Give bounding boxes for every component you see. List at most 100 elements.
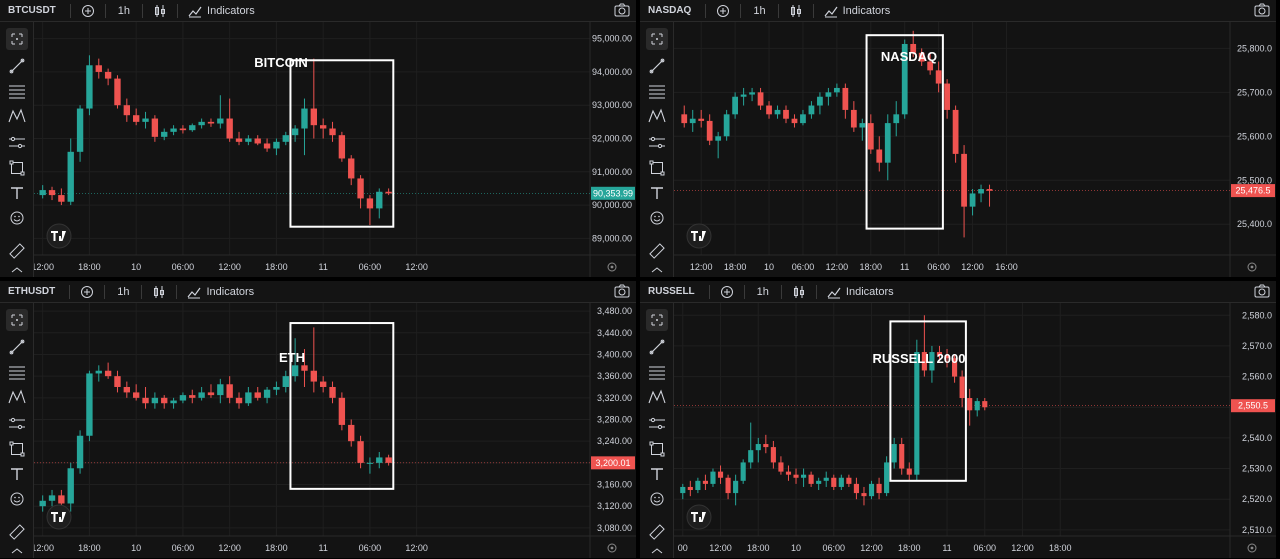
emoji-tool[interactable] xyxy=(646,207,668,229)
interval-button[interactable]: 1h xyxy=(112,5,136,17)
candle-down xyxy=(944,83,951,110)
ruler-tool[interactable] xyxy=(646,240,668,262)
toolbar-divider xyxy=(69,3,71,18)
trend-line-tool[interactable] xyxy=(646,336,668,358)
price-chart[interactable]: ETH 3,480.00 3,440.00 3,400.00 3,360.00 3,320… xyxy=(34,303,636,558)
candle-down xyxy=(899,444,905,469)
fib-tool[interactable] xyxy=(646,361,668,383)
settings-icon[interactable] xyxy=(607,543,617,553)
cursor-tool[interactable] xyxy=(646,28,668,50)
screenshot-button[interactable] xyxy=(1254,3,1270,20)
emoji-tool[interactable] xyxy=(6,488,28,510)
candle-up xyxy=(749,92,755,95)
y-tick-label: 3,080.00 xyxy=(597,523,632,533)
indicators-button[interactable]: Indicators xyxy=(183,285,258,299)
add-symbol-button[interactable] xyxy=(76,281,98,303)
indicators-button[interactable]: Indicators xyxy=(184,4,259,18)
emoji-tool[interactable] xyxy=(646,488,668,510)
interval-button[interactable]: 1h xyxy=(111,286,135,298)
fib-tool[interactable] xyxy=(6,80,28,102)
cursor-tool[interactable] xyxy=(6,28,28,50)
candle-down xyxy=(348,424,355,442)
candle-down xyxy=(226,384,233,398)
settings-icon[interactable] xyxy=(1247,262,1257,272)
indicators-button[interactable]: Indicators xyxy=(823,285,898,299)
more-tools[interactable] xyxy=(6,263,28,277)
chart-panel-nasdaq[interactable]: NASDAQ 1h Indicators NASDAQ 25,800.0 25,… xyxy=(640,0,1276,277)
text-tool[interactable] xyxy=(6,463,28,485)
interval-button[interactable]: 1h xyxy=(751,286,775,298)
pattern-tool[interactable] xyxy=(646,105,668,127)
rect-tool[interactable] xyxy=(6,157,28,179)
cursor-tool[interactable] xyxy=(646,309,668,331)
plus-circle-icon xyxy=(720,285,733,298)
chart-type-button[interactable] xyxy=(785,0,807,22)
pattern-tool[interactable] xyxy=(646,386,668,408)
candle-up xyxy=(974,401,980,411)
pattern-tool[interactable] xyxy=(6,386,28,408)
price-chart[interactable]: BITCOIN 95,000.00 94,000.00 93,000.00 92,000… xyxy=(34,22,636,277)
symbol-button[interactable]: ETHUSDT xyxy=(0,286,63,297)
ruler-tool[interactable] xyxy=(6,240,28,262)
measure-tool[interactable] xyxy=(6,132,28,154)
candle-up xyxy=(838,477,844,487)
candle-down xyxy=(189,395,196,398)
settings-icon[interactable] xyxy=(1247,543,1257,553)
chart-type-button[interactable] xyxy=(788,281,810,303)
symbol-button[interactable]: RUSSELL xyxy=(640,286,703,297)
trend-line-tool[interactable] xyxy=(646,55,668,77)
add-symbol-button[interactable] xyxy=(77,0,99,22)
candle-down xyxy=(226,118,233,139)
rect-tool[interactable] xyxy=(6,438,28,460)
measure-tool[interactable] xyxy=(646,413,668,435)
chart-panel-russell[interactable]: RUSSELL 1h Indicators RUSSELL 2000 2,580… xyxy=(640,281,1276,558)
y-tick-label: 25,700.0 xyxy=(1237,87,1272,97)
toolbar-divider xyxy=(69,284,71,299)
trend-line-tool[interactable] xyxy=(6,55,28,77)
text-tool[interactable] xyxy=(646,463,668,485)
ruler-tool[interactable] xyxy=(646,521,668,543)
fib-tool[interactable] xyxy=(6,361,28,383)
rect-tool[interactable] xyxy=(646,438,668,460)
y-tick-label: 3,400.00 xyxy=(597,349,632,359)
measure-tool[interactable] xyxy=(646,132,668,154)
chart-type-button[interactable] xyxy=(149,0,171,22)
y-tick-label: 3,160.00 xyxy=(597,480,632,490)
more-tools[interactable] xyxy=(646,263,668,277)
symbol-button[interactable]: BTCUSDT xyxy=(0,5,64,16)
text-tool[interactable] xyxy=(6,182,28,204)
screenshot-button[interactable] xyxy=(614,3,630,20)
emoji-tool[interactable] xyxy=(6,207,28,229)
settings-icon[interactable] xyxy=(607,262,617,272)
price-chart[interactable]: RUSSELL 20002,580.02,570.02,560.02,550.0… xyxy=(674,303,1276,558)
add-symbol-button[interactable] xyxy=(716,281,738,303)
trend-line-tool[interactable] xyxy=(6,336,28,358)
pattern-tool[interactable] xyxy=(6,105,28,127)
add-symbol-button[interactable] xyxy=(712,0,734,22)
price-chart[interactable]: NASDAQ25,800.025,700.025,600.025,500.025… xyxy=(674,22,1276,277)
emoji-icon xyxy=(10,492,24,506)
x-tick-label: 12:00 xyxy=(1011,543,1034,553)
rect-tool[interactable] xyxy=(646,157,668,179)
interval-button[interactable]: 1h xyxy=(747,5,771,17)
screenshot-button[interactable] xyxy=(614,284,630,301)
cursor-tool[interactable] xyxy=(6,309,28,331)
x-tick-label: 12:00 xyxy=(709,543,732,553)
screenshot-button[interactable] xyxy=(1254,284,1270,301)
fib-tool[interactable] xyxy=(646,80,668,102)
chart-panel-ethusdt[interactable]: ETHUSDT 1h Indicators ETH 3,480.00 3,440… xyxy=(0,281,636,558)
text-tool[interactable] xyxy=(646,182,668,204)
measure-tool[interactable] xyxy=(6,413,28,435)
chart-type-button[interactable] xyxy=(148,281,170,303)
indicators-button[interactable]: Indicators xyxy=(820,4,895,18)
ruler-tool[interactable] xyxy=(6,521,28,543)
rect-icon xyxy=(649,441,665,457)
candle-down xyxy=(725,477,731,494)
candle-up xyxy=(801,474,807,478)
more-tools[interactable] xyxy=(6,544,28,558)
fib-icon xyxy=(649,366,665,380)
symbol-button[interactable]: NASDAQ xyxy=(640,5,699,16)
x-tick-label: 12:00 xyxy=(218,543,241,553)
chart-panel-btcusdt[interactable]: BTCUSDT 1h Indicators BITCOIN 95,000.00 … xyxy=(0,0,636,277)
more-tools[interactable] xyxy=(646,544,668,558)
